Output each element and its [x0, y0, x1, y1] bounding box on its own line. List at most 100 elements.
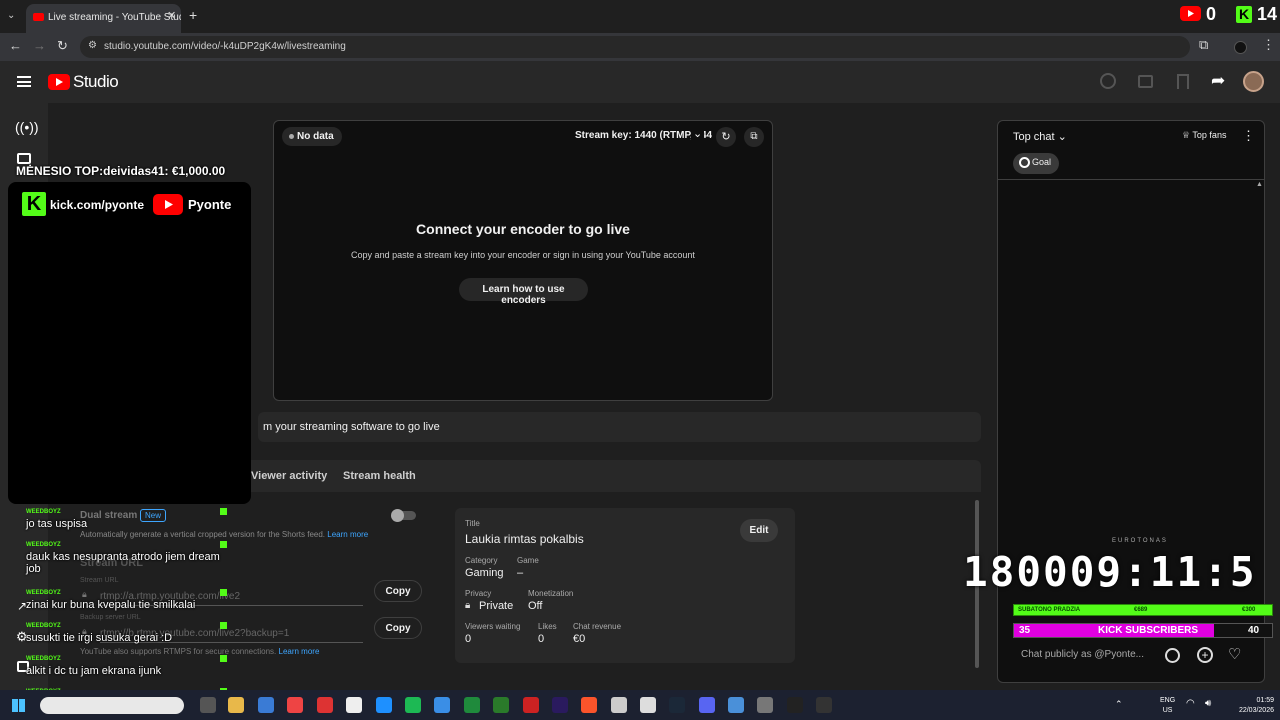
chat-input[interactable]: Chat publicly as @Pyonte... — [1021, 649, 1144, 660]
terminal-icon[interactable] — [816, 697, 832, 713]
learn-more-link[interactable]: Learn more — [327, 530, 368, 539]
bookmark-icon[interactable] — [1177, 74, 1189, 89]
calculator-icon[interactable] — [757, 697, 773, 713]
account-avatar[interactable] — [1243, 71, 1264, 92]
close-tab-icon[interactable]: ✕ — [167, 9, 176, 22]
file-icon[interactable] — [200, 697, 216, 713]
learn-encoders-button[interactable]: Learn how to use encoders — [459, 278, 588, 306]
emoji-icon[interactable] — [1165, 648, 1180, 663]
overlay-chat-user: WEEDBOYZ — [26, 542, 61, 548]
youtube-channel-name: Pyonte — [188, 197, 232, 212]
brave-icon[interactable] — [581, 697, 597, 713]
profile-avatar-icon[interactable] — [1234, 41, 1247, 54]
folder-icon[interactable] — [228, 697, 244, 713]
app-icon[interactable] — [523, 697, 539, 713]
volume-icon[interactable]: 🔊︎ — [1205, 698, 1211, 709]
store-icon[interactable] — [258, 697, 274, 713]
monetization-label: Monetization — [528, 589, 574, 598]
top-fans-label: Top fans — [1192, 130, 1227, 140]
top-fans-button[interactable]: ♕ Top fans — [1182, 130, 1226, 141]
obs-icon[interactable] — [787, 697, 803, 713]
extensions-icon[interactable]: ⧉ — [1199, 37, 1208, 53]
notes-icon[interactable] — [728, 697, 744, 713]
copy-backup-url-button[interactable]: Copy — [374, 617, 422, 639]
kick-badge-icon — [220, 622, 227, 629]
chevron-down-icon[interactable]: ⌄ — [691, 127, 705, 140]
stream-icon[interactable]: ((•)) — [15, 119, 39, 135]
spotify-icon[interactable] — [405, 697, 421, 713]
chrome-icon[interactable] — [287, 697, 303, 713]
overlay-chat-user: WEEDBOYZ — [26, 656, 61, 662]
studio-header: Studio ➦ — [0, 61, 1280, 103]
clock[interactable]: 01:59 22/03/2026 — [1224, 696, 1274, 716]
dual-stream-desc-text: Automatically generate a vertical croppe… — [80, 530, 326, 539]
top-chat-dropdown[interactable]: Top chat ⌄ — [1013, 130, 1067, 143]
refresh-key-icon[interactable]: ↻ — [716, 127, 736, 147]
chevron-down-icon: ⌄ — [1057, 131, 1067, 143]
tray-chevron-icon[interactable]: ⌃ — [1115, 699, 1123, 710]
copy-stream-url-button[interactable]: Copy — [374, 580, 422, 602]
kick-subs-goal: 40 — [1248, 625, 1260, 636]
wifi-icon[interactable]: ◠ — [1186, 698, 1195, 709]
app-icon[interactable] — [640, 697, 656, 713]
youtube-logo-icon[interactable] — [48, 74, 70, 90]
forward-icon[interactable]: → — [33, 38, 46, 53]
clapper-icon[interactable] — [1138, 75, 1153, 88]
url-bar[interactable]: ⚙ studio.youtube.com/video/-k4uDP2gK4w/l… — [80, 36, 1190, 58]
studio-logo-text[interactable]: Studio — [73, 72, 119, 92]
browser-menu-icon[interactable]: ⋮ — [1262, 37, 1275, 53]
copy-key-icon[interactable]: ⧉ — [744, 127, 764, 147]
monetization-icon[interactable] — [1100, 73, 1116, 89]
live-chat-panel: Top chat ⌄ ♕ Top fans ⋮ Goal ▲ Chat publ… — [997, 120, 1265, 683]
hamburger-menu-icon[interactable] — [17, 76, 31, 87]
browser-tab-bar: ⌄ Live streaming - YouTube Studio ✕ + 0 … — [0, 0, 1280, 33]
tab-stream-health[interactable]: Stream health — [343, 470, 416, 482]
browser-tab[interactable]: Live streaming - YouTube Studio — [26, 4, 181, 33]
discord-icon[interactable] — [699, 697, 715, 713]
new-tab-icon[interactable]: + — [189, 7, 197, 23]
youtube-counter: 0 — [1206, 4, 1217, 24]
app-icon[interactable] — [317, 697, 333, 713]
app-icon[interactable] — [346, 697, 362, 713]
sheets-icon[interactable] — [464, 697, 480, 713]
tab-list-chevron-icon[interactable]: ⌄ — [7, 10, 19, 22]
monetization-value: Off — [528, 600, 543, 612]
privacy-label: Privacy — [465, 589, 492, 598]
trophy-icon: ♕ — [1182, 130, 1191, 140]
goal-label: Goal — [1032, 157, 1052, 167]
photos-icon[interactable] — [434, 697, 450, 713]
rtmps-note-text: YouTube also supports RTMPS for secure c… — [80, 647, 277, 656]
edge-icon[interactable] — [376, 697, 392, 713]
scroll-up-arrow-icon[interactable]: ▲ — [1256, 181, 1263, 188]
tab-viewer-activity[interactable]: Viewer activity — [251, 470, 327, 482]
subathon-timer: 180009:11:5 — [963, 548, 1257, 596]
add-icon[interactable]: + — [1197, 647, 1213, 663]
status-dot-icon — [289, 133, 294, 139]
goal-button[interactable]: Goal — [1013, 153, 1060, 174]
lang-indicator[interactable]: ENG US — [1160, 696, 1175, 716]
site-info-icon[interactable]: ⚙ — [88, 40, 97, 51]
app-icon[interactable] — [493, 697, 509, 713]
premiere-icon[interactable] — [552, 697, 568, 713]
heart-icon[interactable]: ♡ — [1228, 645, 1241, 663]
app-icon[interactable] — [611, 697, 627, 713]
camera-icon[interactable] — [17, 153, 31, 164]
title-label: Title — [465, 519, 480, 528]
kick-badge-icon — [220, 508, 227, 515]
kick-badge-icon — [220, 655, 227, 662]
back-icon[interactable]: ← — [9, 38, 22, 53]
url-text: studio.youtube.com/video/-k4uDP2gK4w/liv… — [104, 41, 346, 52]
share-icon[interactable]: ➦ — [1211, 71, 1225, 91]
game-label: Game — [517, 556, 539, 565]
taskbar-search[interactable] — [40, 697, 184, 714]
dual-stream-toggle[interactable] — [391, 509, 416, 522]
learn-more-link[interactable]: Learn more — [279, 647, 320, 656]
chat-menu-icon[interactable]: ⋮ — [1242, 128, 1255, 144]
stream-url-label: Stream URL — [80, 577, 119, 584]
steam-icon[interactable] — [669, 697, 685, 713]
viewers-waiting-value: 0 — [465, 633, 472, 645]
top-chat-label: Top chat — [1013, 131, 1055, 143]
edit-button[interactable]: Edit — [740, 519, 778, 542]
windows-start-icon[interactable] — [12, 699, 25, 712]
reload-icon[interactable]: ↻ — [57, 38, 68, 54]
